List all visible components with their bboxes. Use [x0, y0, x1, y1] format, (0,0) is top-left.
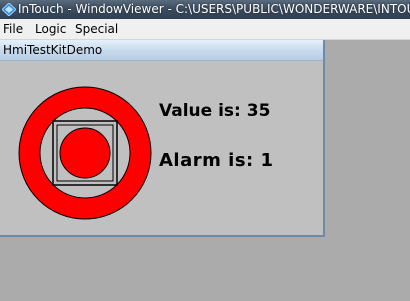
intouch-app-icon: [2, 3, 16, 16]
menu-logic[interactable]: Logic: [32, 19, 69, 39]
menu-bar: File Logic Special: [0, 19, 410, 40]
child-window-titlebar[interactable]: HmiTestKitDemo: [0, 40, 323, 61]
main-titlebar[interactable]: InTouch - WindowViewer - C:\USERS\PUBLIC…: [0, 0, 410, 19]
menu-file[interactable]: File: [0, 19, 26, 39]
hmi-child-window: HmiTestKitDemo Value is: 35 Alarm is: 1: [0, 40, 325, 237]
window-title: InTouch - WindowViewer - C:\USERS\PUBLIC…: [18, 2, 410, 16]
value-readout: Value is: 35: [159, 101, 271, 121]
child-window-title: HmiTestKitDemo: [3, 43, 103, 57]
child-window-content: Value is: 35 Alarm is: 1: [0, 61, 323, 235]
inner-red-dot: [59, 127, 111, 179]
menu-special[interactable]: Special: [72, 19, 121, 39]
alarm-readout: Alarm is: 1: [159, 150, 274, 171]
alarm-indicator: [18, 86, 152, 220]
